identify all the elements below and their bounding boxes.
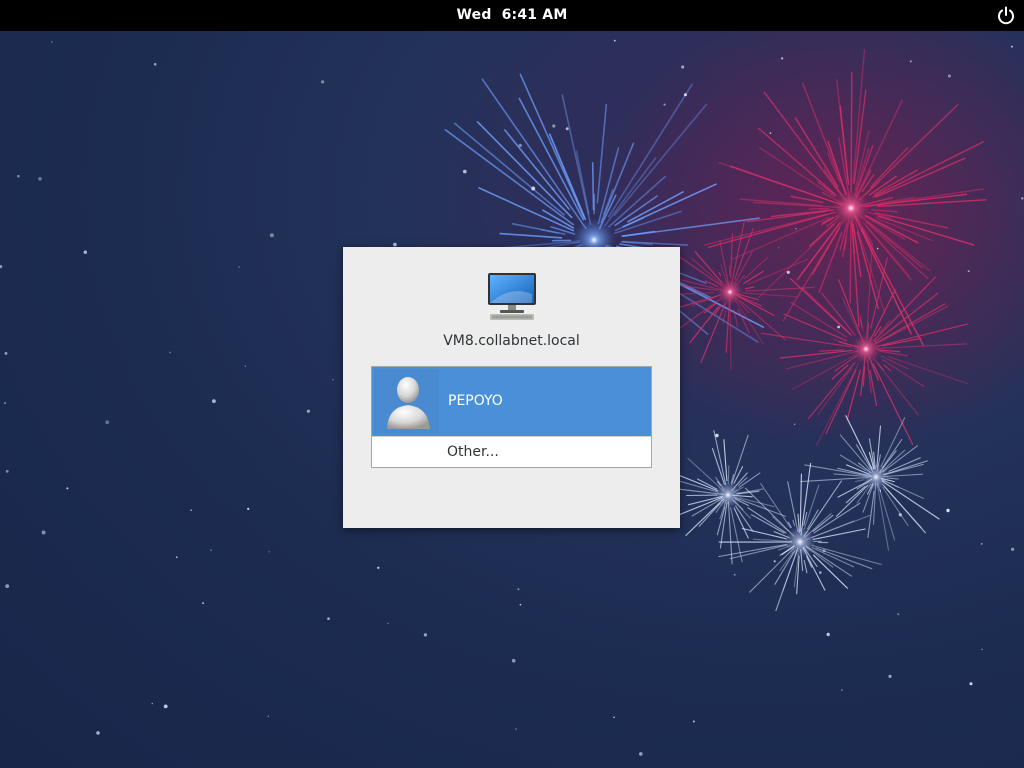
- star: [51, 41, 53, 43]
- star: [423, 633, 427, 637]
- star: [692, 720, 695, 723]
- star: [515, 728, 517, 730]
- star: [946, 508, 950, 513]
- star: [511, 658, 516, 663]
- star: [876, 247, 879, 250]
- star: [387, 622, 389, 625]
- login-dialog: VM8.collabnet.local PEPOYO Other...: [343, 247, 680, 528]
- star: [613, 39, 616, 42]
- star: [663, 103, 666, 106]
- star: [176, 556, 178, 558]
- star: [238, 266, 240, 268]
- star: [5, 584, 10, 588]
- star: [268, 551, 270, 553]
- top-bar: Wed 6:41 AM: [0, 0, 1024, 31]
- star: [769, 132, 772, 135]
- star: [190, 509, 193, 512]
- user-name-label: PEPOYO: [448, 393, 503, 409]
- user-list: PEPOYO Other...: [371, 366, 652, 468]
- star: [153, 63, 157, 66]
- star: [247, 507, 250, 510]
- star: [210, 549, 212, 551]
- star: [393, 242, 397, 247]
- star: [0, 265, 3, 269]
- star: [1021, 197, 1024, 200]
- star: [980, 543, 983, 545]
- power-button[interactable]: [994, 4, 1018, 28]
- star: [681, 65, 685, 69]
- user-item-pepoyo[interactable]: PEPOYO: [372, 367, 651, 436]
- star: [463, 169, 467, 174]
- star: [733, 573, 736, 576]
- star: [151, 702, 153, 705]
- star: [1011, 547, 1015, 551]
- star: [321, 80, 325, 84]
- star: [888, 674, 892, 679]
- star: [967, 270, 970, 273]
- star: [66, 487, 69, 490]
- clock-day: Wed: [456, 7, 492, 23]
- firework-burst: [718, 462, 882, 612]
- star: [202, 602, 205, 604]
- star: [1010, 45, 1013, 48]
- star: [897, 613, 900, 616]
- hostname-label: VM8.collabnet.local: [443, 333, 580, 349]
- star: [306, 409, 310, 413]
- computer-icon: [488, 273, 536, 320]
- star: [96, 731, 100, 735]
- star: [822, 549, 826, 553]
- other-user-item[interactable]: Other...: [372, 437, 651, 467]
- firework-burst: [666, 430, 787, 565]
- star: [639, 752, 643, 756]
- star: [819, 571, 822, 574]
- star: [83, 250, 88, 254]
- power-icon: [998, 6, 1014, 25]
- star: [531, 186, 536, 191]
- star: [519, 603, 522, 606]
- user-avatar-icon: [374, 369, 439, 434]
- star: [826, 632, 830, 637]
- clock-time: 6:41 AM: [501, 7, 568, 23]
- star: [163, 704, 168, 709]
- star: [17, 174, 20, 178]
- star: [613, 716, 615, 719]
- star: [105, 420, 110, 425]
- star: [841, 689, 843, 691]
- star: [269, 233, 274, 238]
- star: [552, 124, 556, 128]
- other-user-label: Other...: [447, 444, 499, 460]
- clock[interactable]: Wed 6:41 AM: [0, 0, 1024, 31]
- star: [837, 325, 840, 329]
- star: [947, 74, 951, 78]
- star: [715, 433, 719, 438]
- star: [909, 60, 912, 63]
- star: [780, 57, 784, 60]
- star: [4, 352, 8, 355]
- star: [332, 378, 334, 381]
- star: [327, 617, 330, 620]
- star: [969, 682, 973, 686]
- star: [898, 513, 902, 517]
- star: [38, 177, 42, 181]
- star: [786, 270, 790, 274]
- star: [778, 247, 780, 249]
- star: [267, 715, 270, 718]
- star: [41, 530, 46, 535]
- star: [377, 566, 380, 569]
- star: [518, 143, 522, 148]
- star: [793, 423, 796, 426]
- star: [517, 588, 520, 591]
- star: [683, 93, 687, 97]
- star: [212, 399, 216, 403]
- star: [5, 469, 9, 473]
- star: [169, 351, 172, 354]
- star: [4, 402, 6, 405]
- star: [795, 228, 797, 230]
- desktop-background: Wed 6:41 AM VM8.collabnet.local PEPOYO O…: [0, 0, 1024, 768]
- star: [565, 127, 569, 131]
- star: [244, 365, 247, 367]
- star: [981, 648, 983, 651]
- star: [773, 560, 776, 563]
